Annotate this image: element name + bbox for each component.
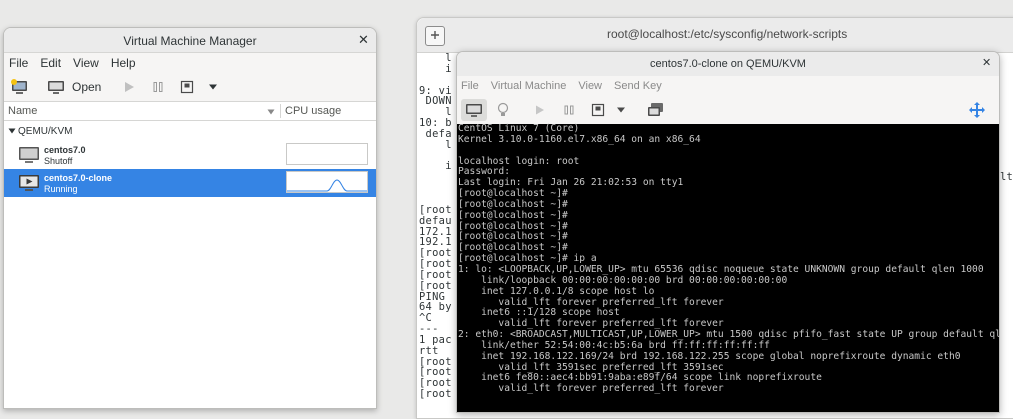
open-button[interactable]: Open <box>72 80 101 94</box>
sort-arrow-icon[interactable] <box>267 106 275 118</box>
connection-group[interactable]: QEMU/KVM <box>4 121 376 141</box>
console-line: valid_lft forever preferred_lft forever <box>458 383 724 395</box>
vmm-menubar: File Edit View Help <box>4 53 376 73</box>
vm-running-icon <box>18 173 40 198</box>
console-line: [root@localhost ~]# <box>458 209 568 221</box>
connection-label: QEMU/KVM <box>18 126 73 137</box>
console-title: centos7.0-clone on QEMU/KVM <box>650 58 806 70</box>
console-header: centos7.0-clone on QEMU/KVM ✕ <box>457 52 999 76</box>
chevron-down-icon[interactable] <box>203 77 223 97</box>
console-monitor-icon[interactable] <box>461 99 487 121</box>
terminal-title: root@localhost:/etc/sysconfig/network-sc… <box>607 27 848 41</box>
vmm-title: Virtual Machine Manager <box>123 34 257 48</box>
vm-status: Running <box>44 184 78 194</box>
pause-icon[interactable] <box>148 77 168 97</box>
console-window[interactable]: centos7.0-clone on QEMU/KVM ✕ File Virtu… <box>456 51 1000 413</box>
console-menubar: File Virtual Machine View Send Key <box>457 76 999 96</box>
menu-edit[interactable]: Edit <box>40 56 61 70</box>
console-toolbar <box>457 96 999 125</box>
vmm-close-icon[interactable]: ✕ <box>358 33 369 46</box>
console-run-icon[interactable] <box>527 99 553 121</box>
console-close-icon[interactable]: ✕ <box>982 57 991 70</box>
console-pause-icon[interactable] <box>556 99 582 121</box>
vm-shutoff-icon <box>18 145 40 170</box>
terminal-right-line <box>1000 118 1013 129</box>
console-line: localhost login: root <box>458 155 580 167</box>
terminal-right-line <box>1000 140 1013 151</box>
terminal-right-line <box>1000 53 1013 64</box>
vm-name: centos7.0 <box>44 145 86 155</box>
vm-row-centos7-clone[interactable]: centos7.0-clone Running <box>4 169 376 197</box>
run-icon[interactable] <box>119 77 139 97</box>
console-screen[interactable]: CentOS Linux 7 (Core) Kernel 3.10.0-1160.… <box>457 123 999 412</box>
terminal-right-line <box>1000 86 1013 97</box>
console-menu-file[interactable]: File <box>461 80 479 92</box>
console-menu-virtual-machine[interactable]: Virtual Machine <box>491 80 567 92</box>
vmm-window[interactable]: Virtual Machine Manager ✕ File Edit View… <box>3 27 377 409</box>
console-chevron-down-icon[interactable] <box>614 99 628 121</box>
console-line: inet 192.168.122.169/24 brd 192.168.122.… <box>458 350 961 362</box>
terminal-right-line <box>1000 75 1013 86</box>
vm-list-header: Name CPU usage <box>4 102 376 121</box>
fullscreen-icon[interactable] <box>964 99 990 121</box>
terminal-right-line <box>1000 129 1013 140</box>
column-name[interactable]: Name <box>8 105 37 117</box>
console-shutdown-icon[interactable] <box>585 99 611 121</box>
new-vm-icon[interactable] <box>10 77 30 97</box>
new-tab-button[interactable] <box>425 26 445 46</box>
cpu-usage-graph <box>286 143 368 165</box>
expander-icon[interactable] <box>8 127 16 138</box>
snapshots-icon[interactable] <box>643 99 669 121</box>
console-line: Kernel 3.10.0-1160.el7.x86_64 on an x86_… <box>458 133 701 145</box>
plus-icon <box>430 27 440 45</box>
console-menu-send-key[interactable]: Send Key <box>614 80 662 92</box>
terminal-right-line <box>1000 151 1013 162</box>
vmm-header: Virtual Machine Manager ✕ <box>4 28 376 53</box>
vm-row-centos7[interactable]: centos7.0 Shutoff <box>4 141 376 169</box>
cpu-usage-graph <box>286 171 368 193</box>
vm-status: Shutoff <box>44 156 73 166</box>
terminal-right-column: lt <box>1000 53 1013 183</box>
menu-help[interactable]: Help <box>111 56 136 70</box>
terminal-right-line <box>1000 107 1013 118</box>
column-separator <box>280 104 281 118</box>
column-cpu-usage[interactable]: CPU usage <box>285 105 341 117</box>
console-line: inet 127.0.0.1/8 scope host lo <box>458 285 655 297</box>
menu-file[interactable]: File <box>9 56 28 70</box>
vmm-toolbar: Open <box>4 73 376 102</box>
console-menu-view[interactable]: View <box>578 80 602 92</box>
menu-view[interactable]: View <box>73 56 99 70</box>
vm-name: centos7.0-clone <box>44 173 113 183</box>
terminal-right-line <box>1000 64 1013 75</box>
terminal-header: root@localhost:/etc/sysconfig/network-sc… <box>417 18 1013 53</box>
details-bulb-icon[interactable] <box>490 99 516 121</box>
monitor-icon[interactable] <box>46 77 66 97</box>
terminal-right-line <box>1000 96 1013 107</box>
terminal-right-line: lt <box>1000 171 1013 184</box>
shutdown-icon[interactable] <box>177 77 197 97</box>
